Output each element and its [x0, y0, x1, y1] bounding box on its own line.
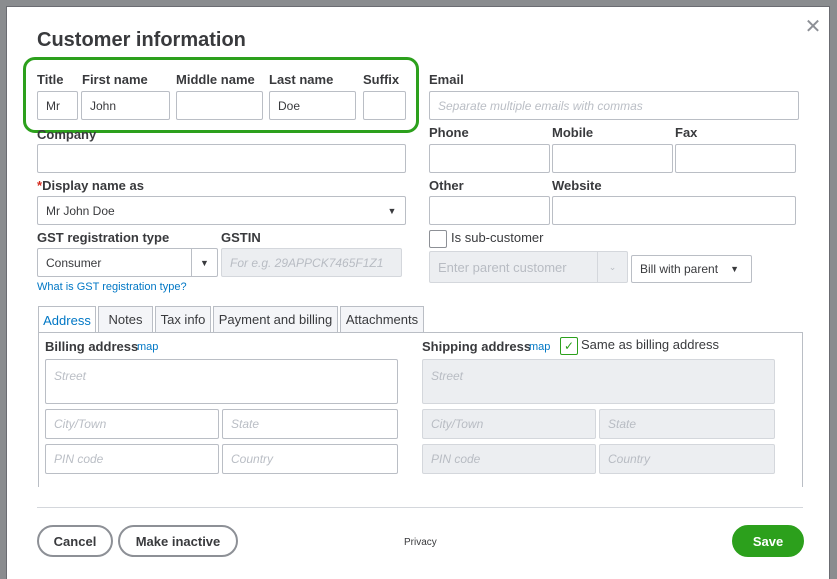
billing-pin-input[interactable]: PIN code [45, 444, 219, 474]
suffix-label: Suffix [363, 72, 400, 87]
close-icon[interactable]: ✕ [804, 17, 822, 37]
privacy-link[interactable]: Privacy [404, 537, 437, 548]
shipping-city-placeholder: City/Town [431, 417, 484, 431]
billing-country-placeholder: Country [231, 452, 274, 466]
save-button[interactable]: Save [732, 525, 804, 557]
tab-address[interactable]: Address [38, 306, 96, 333]
shipping-state-placeholder: State [608, 417, 637, 431]
shipping-city-input[interactable]: City/Town [422, 409, 596, 439]
billing-city-input[interactable]: City/Town [45, 409, 219, 439]
sub-customer-checkbox[interactable] [429, 230, 447, 248]
billing-street-placeholder: Street [54, 369, 87, 383]
make-inactive-button[interactable]: Make inactive [118, 525, 238, 557]
tab-tax-info[interactable]: Tax info [155, 306, 211, 332]
billing-street-input[interactable]: Street [45, 359, 398, 404]
fax-input[interactable] [675, 144, 796, 173]
tab-payment-and-billing[interactable]: Payment and billing [213, 306, 338, 332]
billing-country-input[interactable]: Country [222, 444, 398, 474]
gst-type-select[interactable]: Consumer ▼ [37, 248, 218, 277]
cancel-button[interactable]: Cancel [37, 525, 113, 557]
suffix-input[interactable] [363, 91, 406, 120]
shipping-pin-placeholder: PIN code [431, 452, 481, 466]
parent-customer-placeholder: Enter parent customer [438, 259, 567, 275]
display-name-label-text: Display name as [42, 178, 144, 193]
other-label: Other [429, 178, 464, 193]
fax-label: Fax [675, 125, 698, 140]
chevron-down-icon[interactable]: ⌄ [597, 252, 627, 282]
display-name-select[interactable]: Mr John Doe ▼ [37, 196, 406, 225]
parent-customer-select[interactable]: Enter parent customer ⌄ [429, 251, 628, 283]
mobile-label: Mobile [552, 125, 594, 140]
phone-input[interactable] [429, 144, 550, 173]
shipping-country-input[interactable]: Country [599, 444, 775, 474]
bill-with-parent-select[interactable]: Bill with parent ▼ [631, 255, 752, 283]
billing-state-input[interactable]: State [222, 409, 398, 439]
chevron-down-icon: ▼ [730, 264, 739, 274]
shipping-country-placeholder: Country [608, 452, 651, 466]
footer-divider [37, 507, 803, 508]
chevron-down-icon[interactable]: ▼ [191, 249, 217, 276]
gstin-input[interactable]: For e.g. 29APPCK7465F1Z1 [221, 248, 402, 277]
bill-with-parent-value: Bill with parent [640, 262, 719, 276]
last-name-input[interactable]: Doe [269, 91, 356, 120]
last-name-label: Last name [269, 72, 334, 87]
phone-label: Phone [429, 125, 469, 140]
email-placeholder: Separate multiple emails with commas [438, 98, 643, 113]
other-input[interactable] [429, 196, 550, 225]
display-name-label: *Display name as [37, 178, 144, 193]
middle-name-label: Middle name [176, 72, 255, 87]
website-label: Website [552, 178, 602, 193]
billing-map-link[interactable]: map [137, 341, 158, 353]
first-name-label: First name [82, 72, 148, 87]
shipping-pin-input[interactable]: PIN code [422, 444, 596, 474]
email-label: Email [429, 72, 464, 87]
display-name-value: Mr John Doe [46, 203, 115, 218]
company-label: Company [37, 127, 97, 142]
dialog-title: Customer information [37, 29, 246, 51]
customer-information-dialog: Customer information ✕ Title First name … [6, 6, 830, 579]
gst-help-link[interactable]: What is GST registration type? [37, 281, 187, 293]
website-input[interactable] [552, 196, 796, 225]
tab-attachments[interactable]: Attachments [340, 306, 424, 332]
chevron-down-icon[interactable]: ▼ [379, 197, 405, 224]
tab-notes[interactable]: Notes [98, 306, 153, 332]
shipping-address-title: Shipping address [422, 339, 532, 354]
shipping-street-placeholder: Street [431, 369, 464, 383]
gstin-label: GSTIN [221, 230, 261, 245]
shipping-street-input[interactable]: Street [422, 359, 775, 404]
mobile-input[interactable] [552, 144, 673, 173]
first-name-input[interactable]: John [81, 91, 170, 120]
company-input[interactable] [37, 144, 406, 173]
title-label: Title [37, 72, 64, 87]
title-input[interactable]: Mr [37, 91, 78, 120]
same-as-billing-checkbox[interactable]: ✓ [560, 337, 578, 355]
middle-name-input[interactable] [176, 91, 263, 120]
gst-type-value: Consumer [46, 255, 102, 270]
shipping-state-input[interactable]: State [599, 409, 775, 439]
billing-pin-placeholder: PIN code [54, 452, 104, 466]
billing-city-placeholder: City/Town [54, 417, 107, 431]
billing-state-placeholder: State [231, 417, 260, 431]
sub-customer-label: Is sub-customer [451, 230, 544, 245]
shipping-map-link[interactable]: map [529, 341, 550, 353]
same-as-billing-label: Same as billing address [581, 337, 720, 352]
email-input[interactable]: Separate multiple emails with commas [429, 91, 799, 120]
gst-type-label: GST registration type [37, 230, 170, 245]
gstin-placeholder: For e.g. 29APPCK7465F1Z1 [230, 255, 384, 270]
billing-address-title: Billing address [45, 339, 139, 354]
